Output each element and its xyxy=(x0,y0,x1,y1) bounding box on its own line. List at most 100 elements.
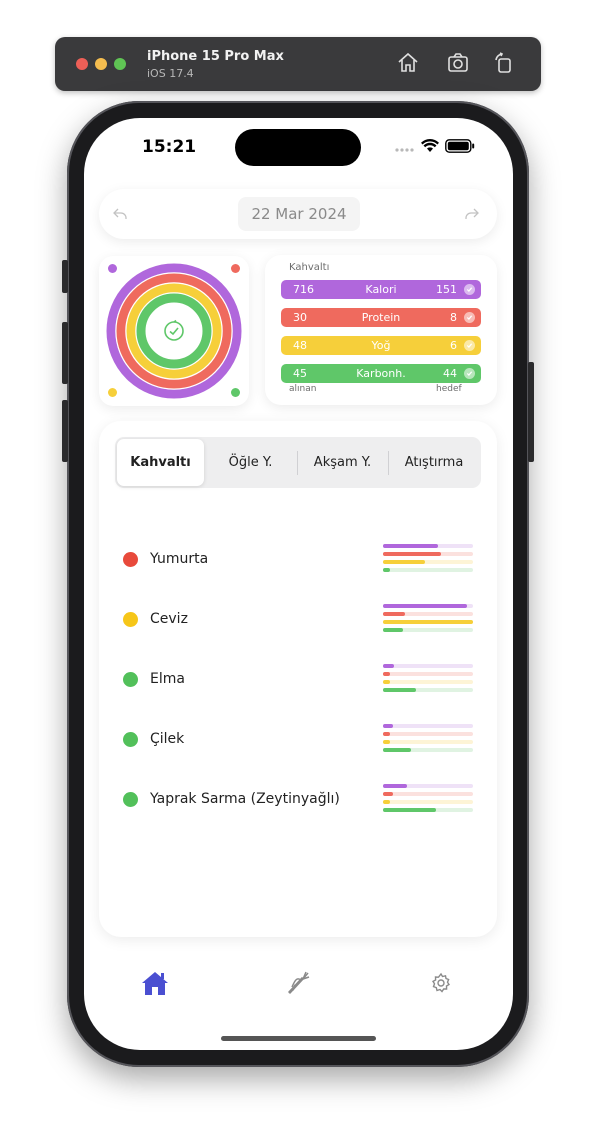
carrot-icon[interactable] xyxy=(284,968,314,998)
tab-dinner[interactable]: Akşam Y. xyxy=(298,439,387,486)
macro-row-carb: 45 Karbonh. 44 xyxy=(281,364,481,383)
fat-bar-fill xyxy=(383,560,426,564)
gear-icon[interactable] xyxy=(426,968,456,998)
food-status-dot xyxy=(123,672,138,687)
forward-arrow-icon[interactable] xyxy=(463,205,481,223)
food-row[interactable]: Ceviz xyxy=(99,600,497,640)
macro-row-protein: 30 Protein 8 xyxy=(281,308,481,327)
fat-bar-track xyxy=(383,560,473,564)
carb-bar-fill xyxy=(383,748,411,752)
fat-goal: 6 xyxy=(450,339,457,352)
simulator-os-version: iOS 17.4 xyxy=(147,67,194,80)
fat-bar-track xyxy=(383,620,473,624)
food-status-dot xyxy=(123,552,138,567)
battery-icon xyxy=(445,138,475,157)
fat-bar-fill xyxy=(383,800,391,804)
calorie-bar-track xyxy=(383,664,473,668)
food-row[interactable]: Elma xyxy=(99,660,497,700)
calorie-bar-track xyxy=(383,724,473,728)
carb-bar-fill xyxy=(383,628,403,632)
carb-bar-track xyxy=(383,628,473,632)
carb-goal: 44 xyxy=(443,367,457,380)
wifi-icon xyxy=(421,138,439,157)
macro-row-calorie: 716 Kalori 151 xyxy=(281,280,481,299)
calorie-goal: 151 xyxy=(436,283,457,296)
status-time: 15:21 xyxy=(142,137,197,157)
protein-bar-fill xyxy=(383,792,393,796)
back-arrow-icon[interactable] xyxy=(111,205,129,223)
food-row[interactable]: Yaprak Sarma (Zeytinyağlı) xyxy=(99,780,497,820)
minimize-window-button[interactable] xyxy=(95,58,107,70)
close-window-button[interactable] xyxy=(76,58,88,70)
nutrition-rings-card[interactable] xyxy=(99,256,249,406)
home-icon[interactable] xyxy=(140,968,170,998)
protein-bar-track xyxy=(383,552,473,556)
food-name: Yumurta xyxy=(150,551,209,567)
bottom-nav xyxy=(84,968,513,1008)
rotate-icon[interactable] xyxy=(492,51,516,75)
carb-bar-fill xyxy=(383,808,437,812)
food-row[interactable]: Yumurta xyxy=(99,540,497,580)
carb-bar-track xyxy=(383,688,473,692)
protein-bar-fill xyxy=(383,672,391,676)
food-macro-bars xyxy=(383,784,473,816)
meal-tabs: Kahvaltı Öğle Y. Akşam Y. Atıştırma xyxy=(115,437,481,488)
simulator-toolbar: iPhone 15 Pro Max iOS 17.4 xyxy=(55,37,541,91)
protein-bar-track xyxy=(383,792,473,796)
check-icon xyxy=(464,312,475,323)
fat-bar-fill xyxy=(383,620,473,624)
carb-bar-fill xyxy=(383,688,417,692)
carb-bar-track xyxy=(383,748,473,752)
food-macro-bars xyxy=(383,664,473,696)
meals-card: Kahvaltı Öğle Y. Akşam Y. Atıştırma Yumu… xyxy=(99,421,497,937)
protein-bar-track xyxy=(383,612,473,616)
food-row[interactable]: Çilek xyxy=(99,720,497,760)
food-macro-bars xyxy=(383,604,473,636)
calorie-bar-fill xyxy=(383,724,393,728)
food-name: Elma xyxy=(150,671,185,687)
status-indicators xyxy=(395,138,475,157)
food-name: Çilek xyxy=(150,731,185,747)
protein-bar-track xyxy=(383,672,473,676)
calorie-bar-fill xyxy=(383,604,467,608)
fat-bar-fill xyxy=(383,680,391,684)
food-status-dot xyxy=(123,792,138,807)
food-name: Ceviz xyxy=(150,611,188,627)
home-indicator[interactable] xyxy=(221,1036,376,1041)
tab-breakfast[interactable]: Kahvaltı xyxy=(117,439,204,486)
volume-down-button xyxy=(62,400,68,462)
food-macro-bars xyxy=(383,724,473,756)
check-icon xyxy=(464,340,475,351)
food-name: Yaprak Sarma (Zeytinyağlı) xyxy=(150,791,340,807)
tab-lunch[interactable]: Öğle Y. xyxy=(207,439,294,486)
calorie-bar-fill xyxy=(383,664,394,668)
refresh-check-icon[interactable] xyxy=(162,319,186,343)
fat-bar-fill xyxy=(383,740,391,744)
macro-card-title: Kahvaltı xyxy=(289,262,330,273)
protein-bar-fill xyxy=(383,612,405,616)
check-icon xyxy=(464,368,475,379)
calorie-bar-track xyxy=(383,544,473,548)
calorie-bar-track xyxy=(383,604,473,608)
phone-screen: 15:21 22 Mar 2024 Kahvaltı 716 Kalori 15… xyxy=(84,118,513,1050)
screenshot-icon[interactable] xyxy=(446,51,470,75)
protein-bar-fill xyxy=(383,552,441,556)
carb-bar-track xyxy=(383,808,473,812)
macro-row-fat: 48 Yoğ 6 xyxy=(281,336,481,355)
calorie-bar-fill xyxy=(383,544,438,548)
carb-bar-fill xyxy=(383,568,391,572)
food-status-dot xyxy=(123,612,138,627)
calorie-bar-track xyxy=(383,784,473,788)
home-icon[interactable] xyxy=(396,51,420,75)
tab-snack[interactable]: Atıştırma xyxy=(389,439,479,486)
protein-bar-track xyxy=(383,732,473,736)
protein-goal: 8 xyxy=(450,311,457,324)
food-macro-bars xyxy=(383,544,473,576)
fat-bar-track xyxy=(383,800,473,804)
date-navigator: 22 Mar 2024 xyxy=(99,189,497,239)
zoom-window-button[interactable] xyxy=(114,58,126,70)
simulator-device-name: iPhone 15 Pro Max xyxy=(147,49,284,64)
current-date[interactable]: 22 Mar 2024 xyxy=(238,197,360,231)
action-button xyxy=(62,260,68,293)
taken-caption: alınan xyxy=(289,384,317,394)
